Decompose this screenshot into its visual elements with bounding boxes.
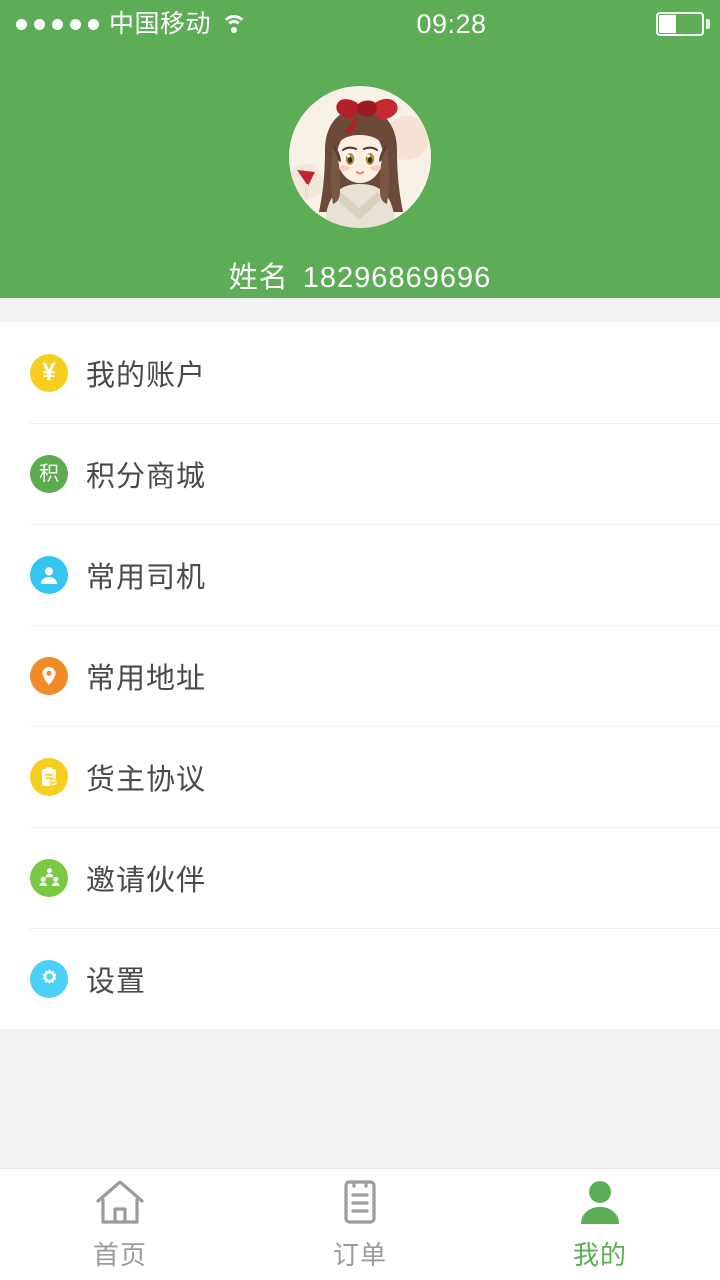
orders-icon	[339, 1178, 381, 1226]
header-list-gap	[0, 298, 720, 322]
points-icon: 积	[30, 454, 68, 493]
agreement-icon	[30, 757, 68, 796]
status-bar-left: 中国移动	[16, 9, 248, 38]
battery-icon	[656, 12, 710, 36]
profile-icon	[577, 1178, 623, 1226]
profile-phone: 18296869696	[302, 262, 492, 294]
wifi-icon	[221, 14, 248, 34]
menu-item-label: 积分商城	[86, 460, 207, 493]
clock-label: 09:28	[416, 8, 487, 39]
menu-item-label: 常用司机	[86, 561, 207, 594]
menu-item-shipper-agreement[interactable]: 货主协议	[0, 726, 720, 827]
menu-item-points-mall[interactable]: 积 积分商城	[0, 423, 720, 524]
yen-coin-icon: ¥	[30, 353, 68, 392]
profile-name-row: 姓名 18296869696	[229, 254, 491, 296]
menu-item-label: 常用地址	[86, 662, 207, 695]
menu-item-invite-partners[interactable]: 邀请伙伴	[0, 827, 720, 928]
tab-label: 首页	[92, 1239, 147, 1270]
signal-strength-icon	[16, 18, 99, 30]
carrier-label: 中国移动	[109, 9, 212, 38]
status-bar: 中国移动 09:28	[0, 0, 720, 48]
tab-orders[interactable]: 订单	[240, 1169, 480, 1280]
menu-list: ¥ 我的账户 积 积分商城 常用司机 常用地址 货主协议 邀请伙伴 设置	[0, 322, 720, 1029]
points-glyph: 积	[39, 462, 59, 485]
avatar[interactable]	[289, 86, 431, 228]
tab-label: 订单	[332, 1239, 387, 1270]
location-pin-icon	[30, 656, 68, 695]
menu-item-label: 我的账户	[86, 359, 207, 392]
yen-glyph: ¥	[42, 358, 56, 386]
status-bar-right	[656, 12, 710, 36]
avatar-wrapper[interactable]	[289, 86, 431, 228]
profile-name-label: 姓名	[228, 262, 289, 294]
menu-item-label: 邀请伙伴	[86, 864, 207, 897]
driver-icon	[30, 555, 68, 594]
bottom-tab-bar: 首页 订单 我的	[0, 1168, 720, 1280]
list-tabbar-gap	[0, 1029, 720, 1168]
tab-profile[interactable]: 我的	[480, 1169, 720, 1280]
gear-icon	[30, 959, 68, 998]
menu-item-frequent-addresses[interactable]: 常用地址	[0, 625, 720, 726]
tab-label: 我的	[572, 1239, 627, 1270]
menu-item-settings[interactable]: 设置	[0, 928, 720, 1029]
menu-item-label: 设置	[86, 965, 147, 998]
invite-group-icon	[30, 858, 68, 897]
status-bar-center: 09:28	[247, 9, 656, 40]
menu-item-label: 货主协议	[86, 763, 207, 796]
menu-item-my-account[interactable]: ¥ 我的账户	[0, 322, 720, 423]
tab-home[interactable]: 首页	[0, 1169, 240, 1280]
profile-screen: 中国移动 09:28 姓名 18296869696 ¥ 我的账户 积 积分商城 …	[0, 0, 720, 1280]
menu-item-frequent-drivers[interactable]: 常用司机	[0, 524, 720, 625]
profile-header: 中国移动 09:28 姓名 18296869696	[0, 0, 720, 298]
home-icon	[93, 1178, 147, 1226]
